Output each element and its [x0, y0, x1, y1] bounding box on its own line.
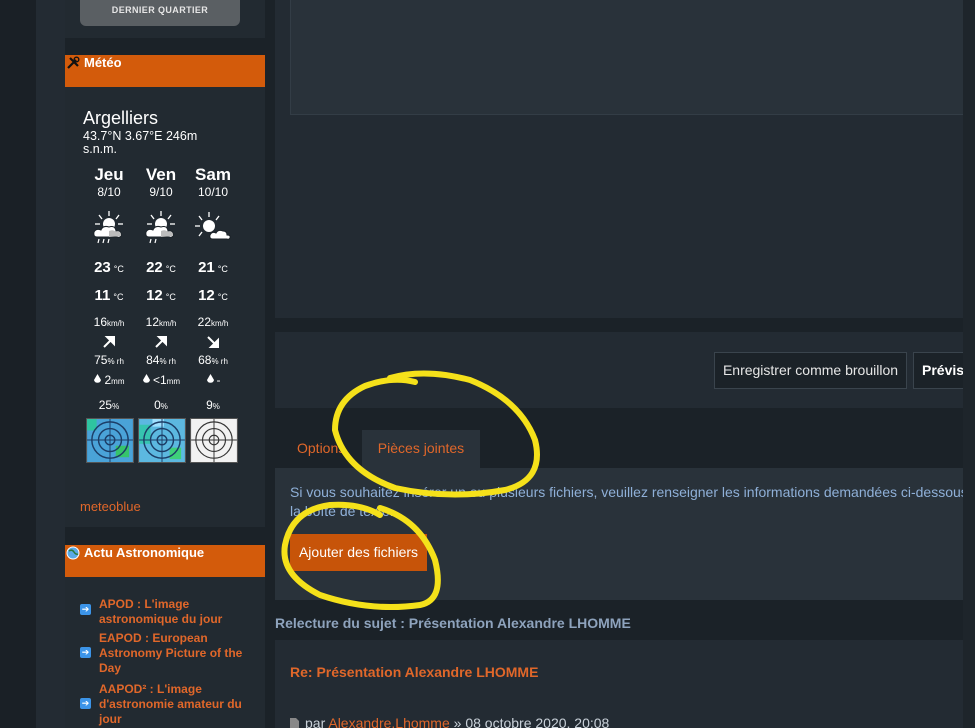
radar-chart-icon[interactable]	[86, 418, 134, 463]
precipitation-probability: 25%	[98, 398, 120, 412]
temp-max: 22 °C	[146, 259, 176, 276]
rain-drop-icon	[206, 374, 214, 383]
meteo-widget: Argelliers 43.7°N 3.67°E 246m s.n.m. Jeu…	[65, 87, 265, 527]
temp-max: 23 °C	[94, 259, 124, 276]
day-date: 9/10	[149, 185, 173, 199]
meteo-coords: 43.7°N 3.67°E 246m s.n.m.	[83, 129, 198, 156]
rain-drop-icon	[94, 374, 102, 383]
temp-min: 12 °C	[146, 287, 176, 304]
temp-max: 21 °C	[198, 259, 228, 276]
day-name: Jeu	[94, 165, 124, 184]
message-textarea[interactable]	[290, 0, 975, 115]
temp-min: 11 °C	[94, 287, 124, 304]
wind-speed: 16km/h	[93, 315, 125, 329]
post-icon	[290, 718, 299, 728]
wind-direction-icon	[103, 336, 115, 348]
humidity: 84% rh	[146, 353, 176, 367]
arrow-right-icon: ➔	[80, 647, 91, 658]
moon-phase-block: DERNIER QUARTIER	[65, 0, 265, 38]
astro-news-panel: ➔ APOD : L'image astronomique du jour ➔ …	[65, 577, 265, 728]
wind-speed: 22km/h	[197, 315, 229, 329]
meteo-city: Argelliers	[83, 108, 159, 128]
precipitation: -	[188, 373, 238, 387]
tab-options[interactable]: Options	[297, 440, 345, 456]
radar-chart-icon[interactable]	[138, 418, 186, 463]
meteo-header-title: Météo	[84, 55, 122, 70]
arrow-right-icon: ➔	[80, 698, 91, 709]
globe-icon	[66, 546, 80, 560]
wind-speed: 12km/h	[145, 315, 177, 329]
rain-drop-icon	[142, 374, 150, 383]
meteo-header: Météo	[65, 55, 265, 87]
astro-header-title: Actu Astronomique	[84, 545, 205, 560]
precipitation-probability: 0%	[154, 398, 168, 412]
page-margin	[0, 0, 36, 728]
scrollbar[interactable]	[963, 0, 975, 728]
post-title-link[interactable]: Re: Présentation Alexandre LHOMME	[290, 664, 538, 680]
wind-direction-icon	[155, 336, 167, 348]
tab-attachments[interactable]: Pièces jointes	[362, 430, 480, 468]
astro-news-link[interactable]: APOD : L'image astronomique du jour	[99, 597, 249, 627]
day-date: 8/10	[97, 185, 121, 199]
meteoblue-link[interactable]: meteoblue	[80, 499, 141, 514]
sun-cloud-rain-icon	[93, 211, 123, 244]
precipitation-probability: 9%	[206, 398, 220, 412]
precipitation: 2mm	[84, 373, 134, 387]
topic-review-title: Relecture du sujet : Présentation Alexan…	[275, 615, 631, 631]
astro-news-link[interactable]: EAPOD : European Astronomy Picture of th…	[99, 631, 249, 676]
post-meta: par Alexandre.Lhomme » 08 octobre 2020, …	[290, 715, 609, 728]
sun-cloud-rain-icon	[145, 211, 175, 244]
attachments-description: Si vous souhaitez insérer un ou plusieur…	[290, 484, 968, 519]
astro-news-link[interactable]: AAPOD² : L'image d'astronomie amateur du…	[99, 682, 249, 727]
humidity: 68% rh	[198, 353, 228, 367]
tools-icon	[66, 56, 80, 70]
day-name: Sam	[195, 165, 231, 184]
page-gutter	[36, 0, 65, 728]
save-draft-button[interactable]: Enregistrer comme brouillon	[714, 352, 907, 389]
moon-phase-label: DERNIER QUARTIER	[80, 0, 240, 26]
astro-header: Actu Astronomique	[65, 545, 265, 577]
sun-cloud-icon	[195, 212, 231, 240]
precipitation: <1mm	[136, 373, 186, 387]
sidebar: DERNIER QUARTIER Météo Argelliers 43.7°N…	[65, 0, 265, 728]
add-files-button[interactable]: Ajouter des fichiers	[290, 534, 427, 571]
humidity: 75% rh	[94, 353, 124, 367]
post-author-link[interactable]: Alexandre.Lhomme	[328, 715, 449, 728]
arrow-right-icon: ➔	[80, 604, 91, 615]
day-name: Ven	[145, 165, 177, 184]
temp-min: 12 °C	[198, 287, 228, 304]
radar-chart-icon[interactable]	[190, 418, 238, 463]
wind-direction-icon	[207, 336, 219, 348]
day-date: 10/10	[197, 185, 229, 199]
